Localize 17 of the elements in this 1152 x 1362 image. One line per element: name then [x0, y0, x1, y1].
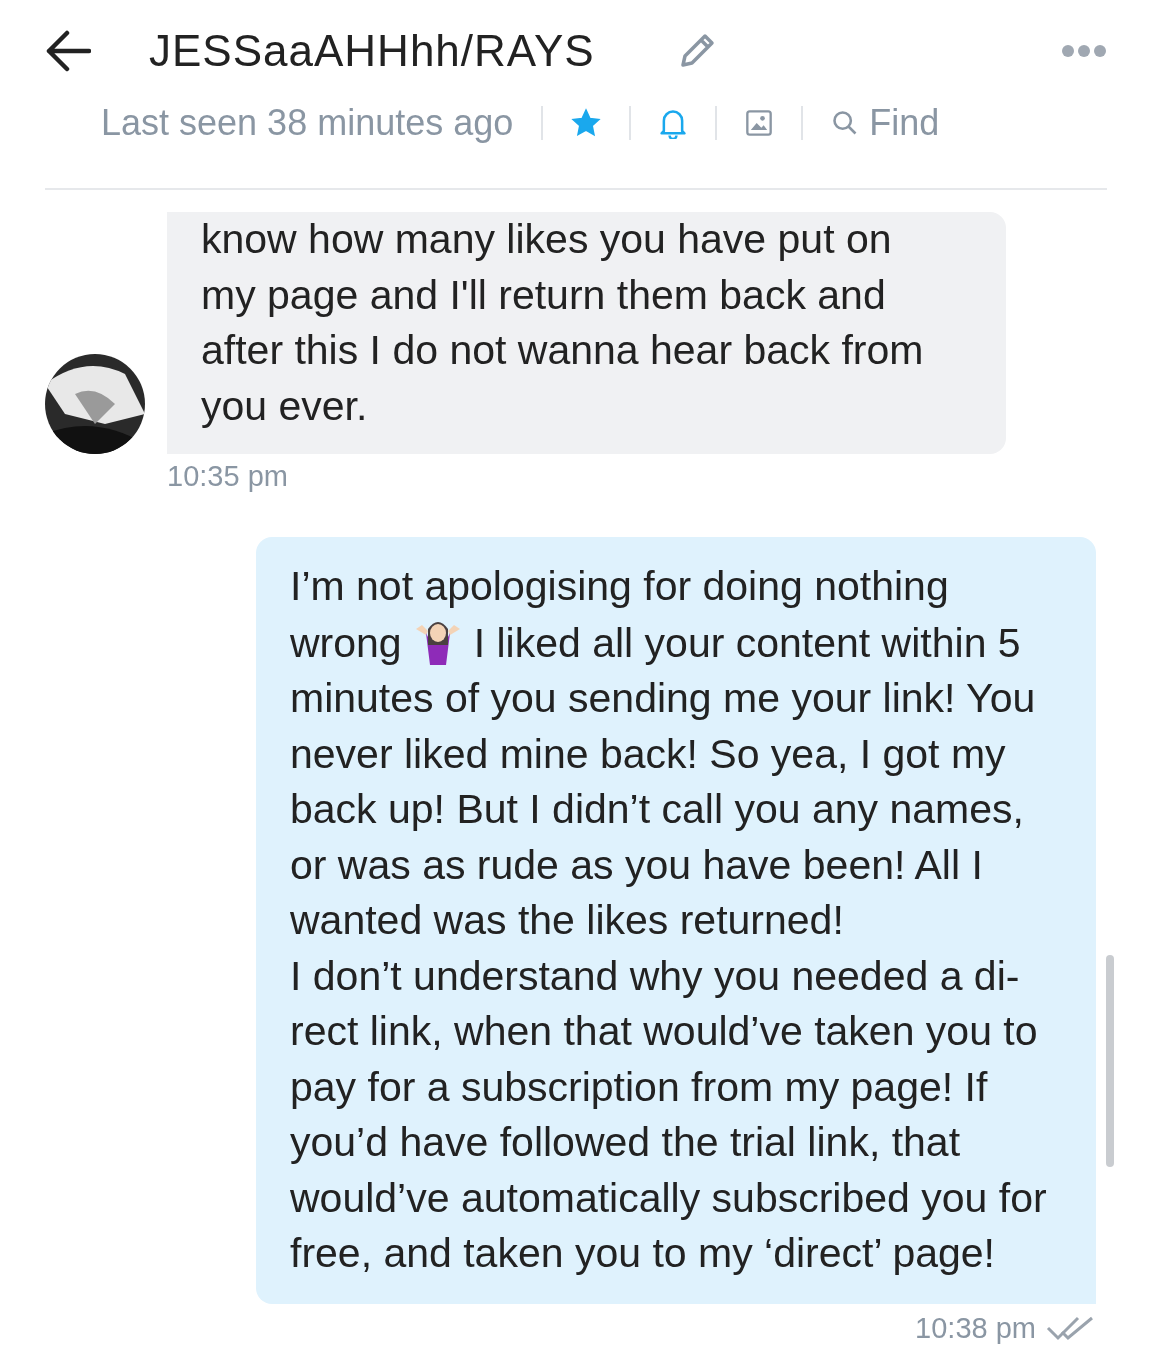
find-button[interactable]: Find — [831, 102, 940, 144]
message-text: I’m not apologising for doing nothing — [290, 563, 949, 609]
back-button[interactable] — [45, 30, 91, 72]
message-time: 10:35 pm — [167, 460, 288, 493]
message-text: wrong — [290, 619, 402, 666]
favorite-button[interactable] — [571, 108, 602, 138]
more-button[interactable] — [1061, 44, 1107, 58]
media-button[interactable] — [745, 109, 774, 137]
message-text: I liked all your content within 5 — [473, 619, 1021, 666]
notifications-button[interactable] — [659, 107, 688, 139]
contact-name: JESSaaAHHhh/RAYS — [149, 26, 595, 76]
message-text: minutes of you sending me your link! You never liked mine back! So yea, I got my back up! But I didn’t call you any names, or was as rude as you have been! All I wanted was the likes returned! — [290, 675, 1036, 943]
scrollbar[interactable] — [1106, 955, 1114, 1167]
message-time: 10:38 pm — [915, 1311, 1036, 1345]
last-seen-status: Last seen 38 minutes ago — [101, 102, 514, 144]
message-text: I don’t understand why you needed a di-rect link, when that would’ve taken you to pay for a subscription from my page! If you’d have followed the trial link, that would’ve automatically subscribed you for free, and taken you to my ‘direct’ page! — [290, 952, 1047, 1276]
message-text: know how many likes you have put on my page and I'll return them back and after this I do not wanna hear back from you ever. — [201, 216, 924, 429]
